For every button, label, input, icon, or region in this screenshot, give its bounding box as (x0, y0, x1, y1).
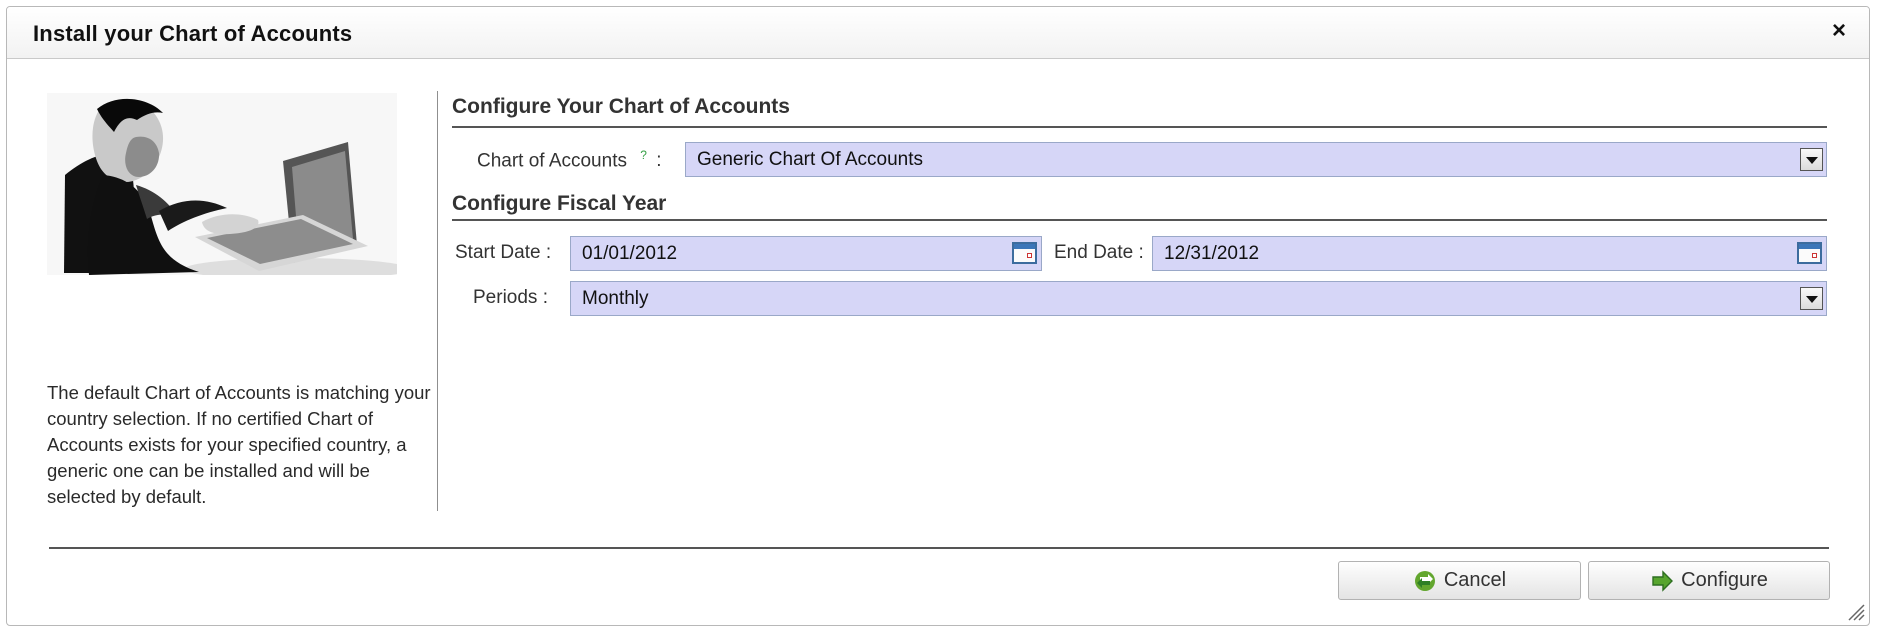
fiscal-section-divider (452, 219, 1827, 221)
start-date-label: Start Date : (455, 242, 552, 263)
configuration-form: Configure Your Chart of Accounts Chart o… (452, 95, 1827, 355)
cancel-icon (1414, 570, 1435, 591)
cancel-button[interactable]: Cancel (1338, 561, 1581, 600)
end-date-field[interactable]: 12/31/2012 (1152, 236, 1827, 271)
start-date-value: 01/01/2012 (582, 243, 678, 264)
calendar-icon[interactable] (1012, 242, 1037, 264)
start-date-field[interactable]: 01/01/2012 (570, 236, 1042, 271)
person-with-laptop-photo (47, 93, 397, 275)
dialog-title: Install your Chart of Accounts (33, 21, 353, 46)
periods-select[interactable]: Monthly (570, 281, 1827, 316)
chart-help-text: The default Chart of Accounts is matchin… (47, 382, 431, 507)
periods-value: Monthly (582, 288, 649, 309)
close-icon[interactable]: × (1825, 17, 1853, 45)
cancel-label: Cancel (1443, 569, 1507, 591)
arrow-right-icon (1652, 569, 1674, 592)
vertical-divider (437, 91, 438, 511)
configure-button[interactable]: Configure (1588, 561, 1830, 600)
chart-of-accounts-label-text: Chart of Accounts (477, 150, 627, 172)
configure-label: Configure (1681, 569, 1768, 591)
help-question-icon[interactable]: ? (640, 148, 647, 162)
chart-of-accounts-label: Chart of Accounts ? : (477, 148, 662, 172)
chart-section-title: Configure Your Chart of Accounts (452, 95, 790, 118)
footer-divider (49, 547, 1829, 549)
chart-of-accounts-dialog: Install your Chart of Accounts × The def… (6, 6, 1870, 626)
chart-label-separator: : (656, 150, 662, 172)
fiscal-section-title: Configure Fiscal Year (452, 192, 667, 215)
end-date-value: 12/31/2012 (1164, 243, 1260, 264)
calendar-icon[interactable] (1797, 242, 1822, 264)
resize-grip-icon[interactable] (1843, 599, 1865, 621)
left-info-panel: The default Chart of Accounts is matchin… (47, 83, 437, 515)
dialog-titlebar: Install your Chart of Accounts × (7, 7, 1869, 59)
periods-label: Periods : (473, 287, 548, 308)
chart-of-accounts-value: Generic Chart Of Accounts (697, 149, 923, 170)
end-date-label: End Date : (1054, 242, 1144, 263)
chart-section-divider (452, 126, 1827, 128)
chevron-down-icon[interactable] (1800, 287, 1823, 310)
chart-of-accounts-select[interactable]: Generic Chart Of Accounts (685, 142, 1827, 177)
chevron-down-icon[interactable] (1800, 148, 1823, 171)
person-with-laptop-image (47, 93, 397, 275)
